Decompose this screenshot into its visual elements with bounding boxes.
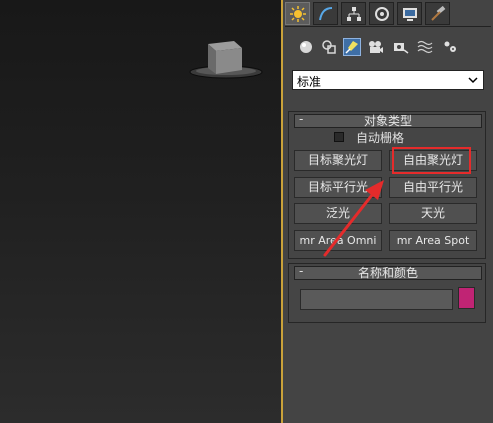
annotation-arrow bbox=[323, 180, 384, 257]
